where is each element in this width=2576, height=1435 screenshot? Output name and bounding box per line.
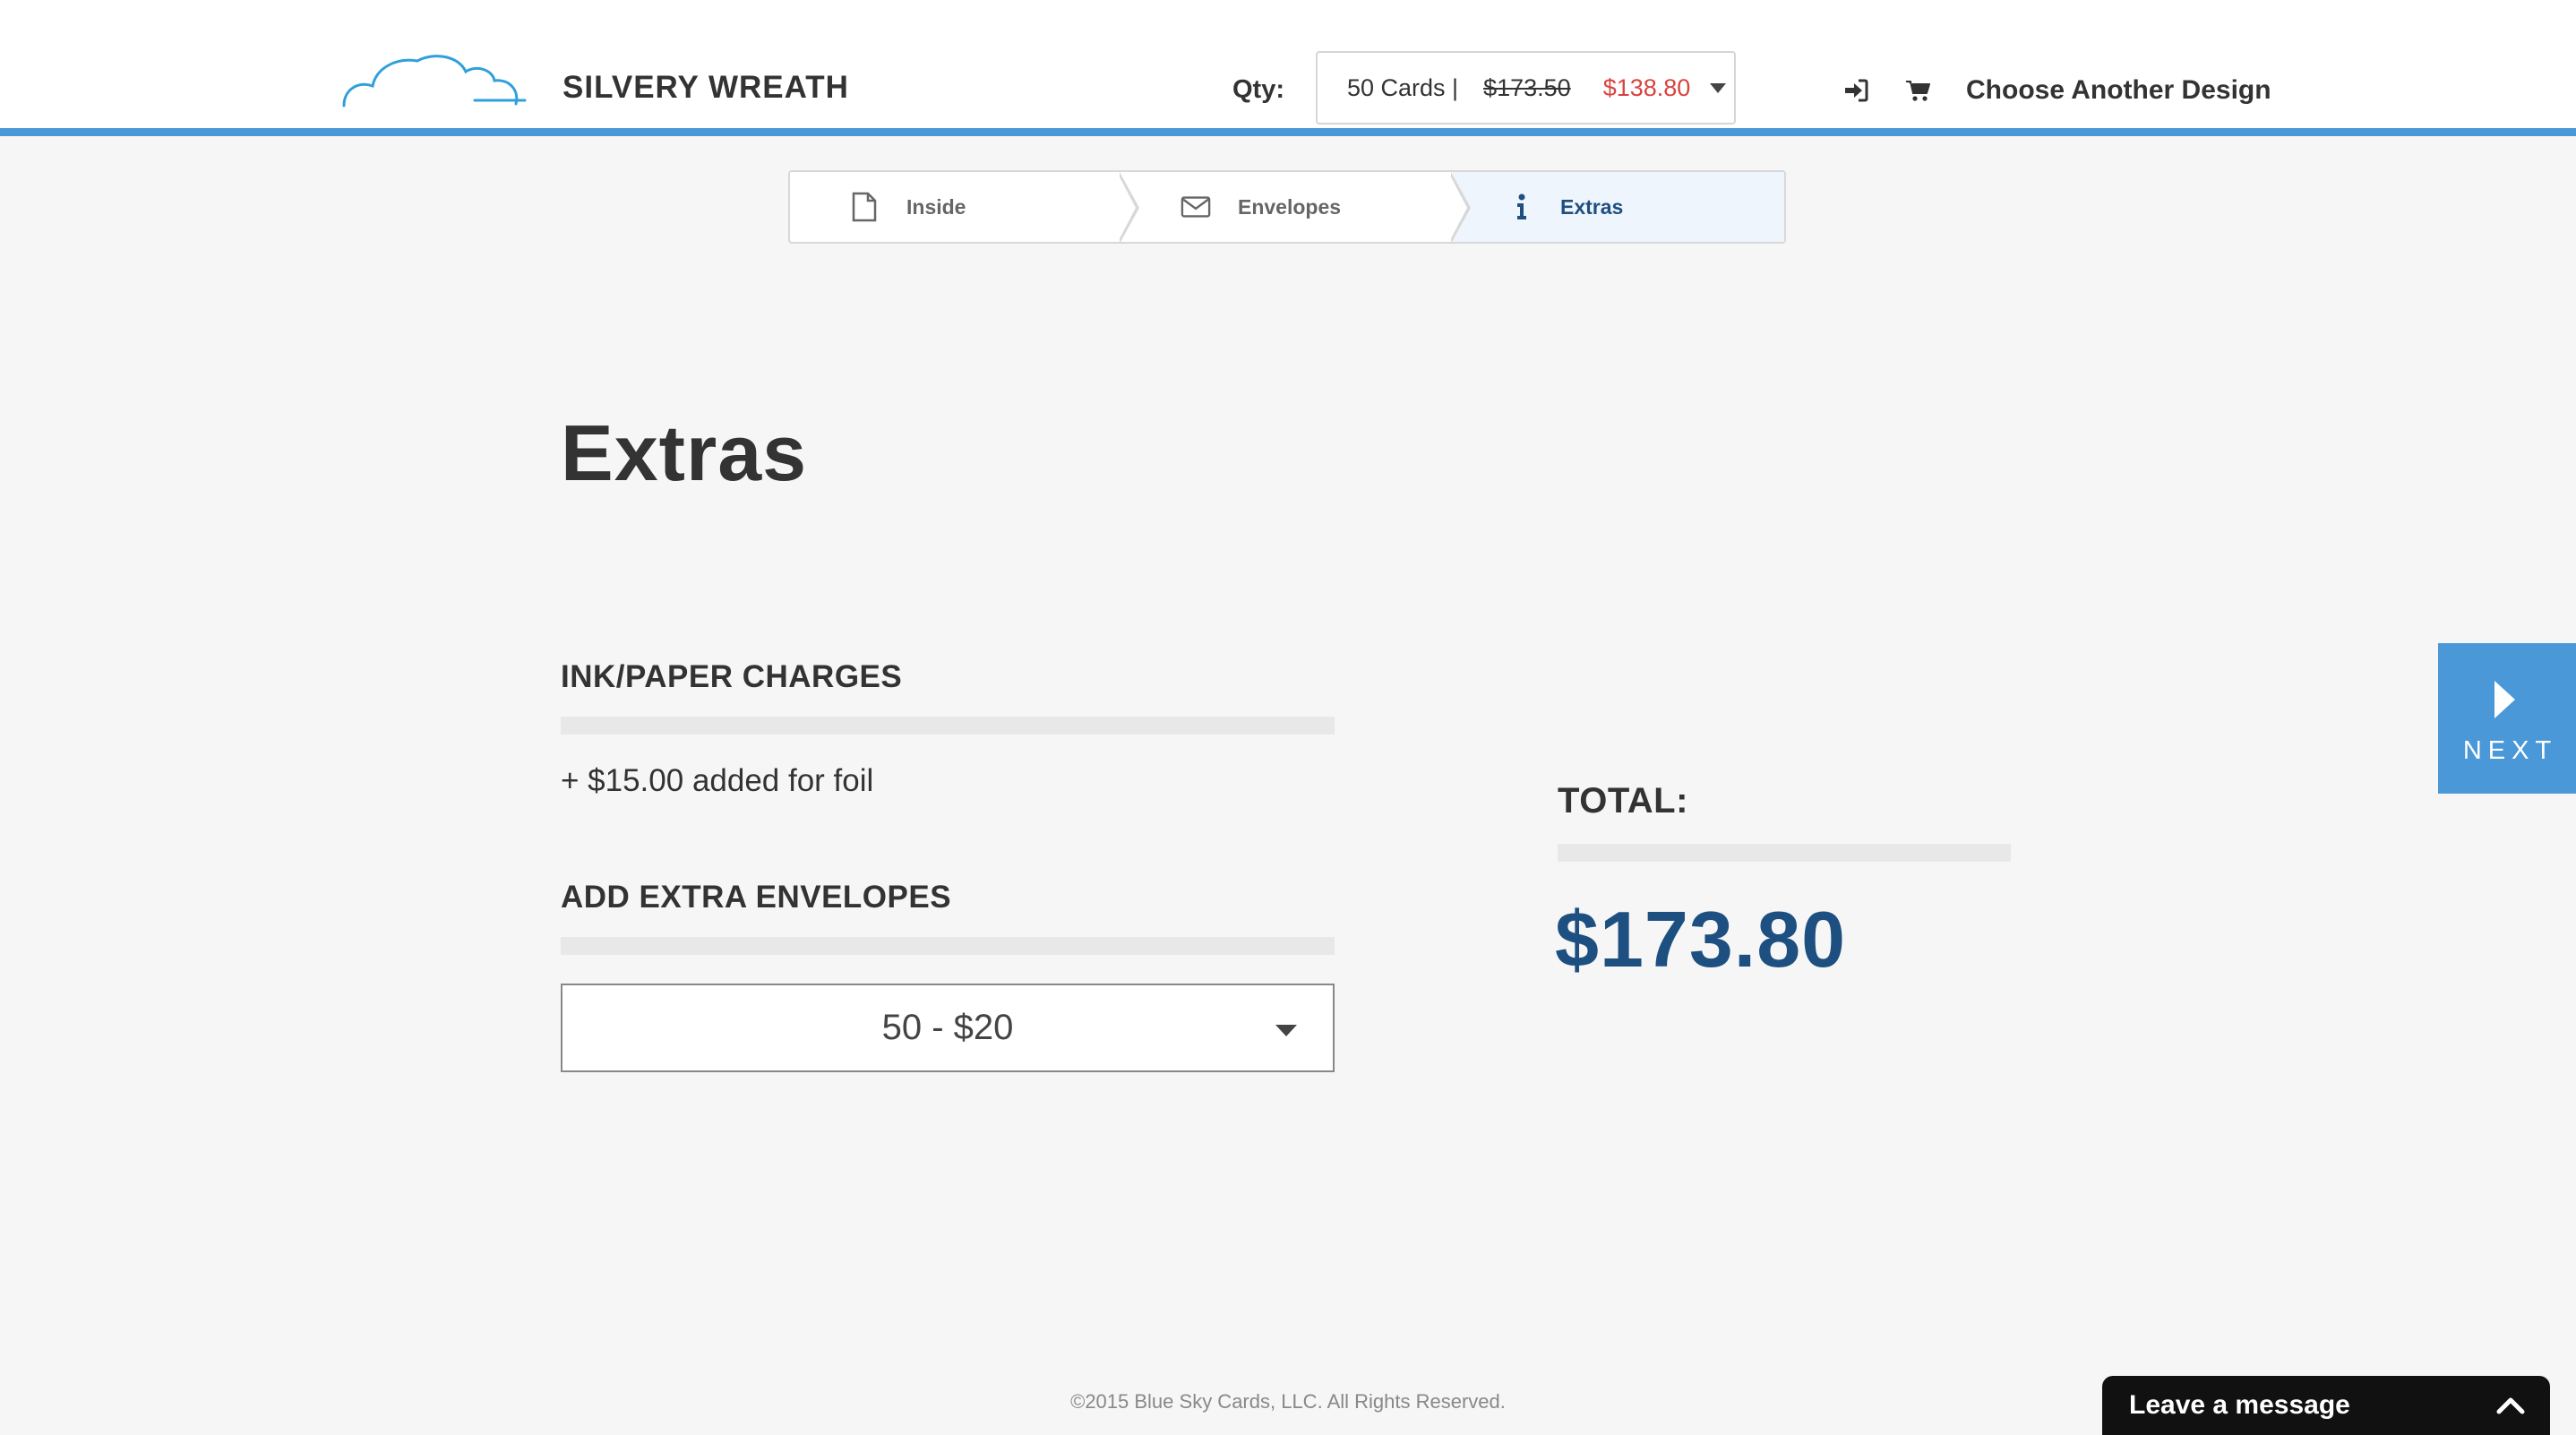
- play-arrow-icon: [2494, 681, 2515, 718]
- choose-another-design-link[interactable]: Choose Another Design: [1966, 75, 2271, 106]
- step-extras[interactable]: Extras: [1449, 172, 1784, 244]
- qty-label: Qty:: [1232, 75, 1284, 104]
- cart-icon[interactable]: [1905, 79, 1930, 102]
- qty-old-price: $173.50: [1483, 73, 1571, 101]
- total-value: $173.80: [1555, 895, 1847, 984]
- cloud-logo-icon[interactable]: [340, 48, 528, 111]
- step-envelopes[interactable]: Envelopes: [1118, 172, 1453, 244]
- foil-charge-text: + $15.00 added for foil: [561, 763, 874, 798]
- chevron-down-icon: [1275, 1025, 1297, 1036]
- qty-select[interactable]: 50 Cards | $173.50 $138.80: [1316, 51, 1736, 125]
- chevron-down-icon: [1710, 82, 1727, 93]
- document-icon: [849, 192, 880, 222]
- sign-in-icon[interactable]: [1843, 79, 1868, 102]
- next-label: NEXT: [2462, 736, 2558, 765]
- design-name: SILVERY WREATH: [562, 70, 849, 105]
- step-label: Envelopes: [1238, 194, 1342, 219]
- envelopes-selected-value: 50 - $20: [881, 1008, 1014, 1047]
- header: SILVERY WREATH Qty: 50 Cards | $173.50 $…: [0, 0, 2576, 136]
- leave-message-chat[interactable]: Leave a message: [2102, 1376, 2550, 1435]
- extra-envelopes-select[interactable]: 50 - $20: [561, 984, 1335, 1072]
- chat-label: Leave a message: [2129, 1390, 2350, 1420]
- step-label: Inside: [906, 194, 966, 219]
- divider: [561, 937, 1335, 955]
- extra-envelopes-heading: ADD EXTRA ENVELOPES: [561, 880, 952, 915]
- envelope-icon: [1181, 192, 1211, 222]
- step-inside[interactable]: Inside: [790, 172, 1121, 242]
- page-title: Extras: [561, 408, 808, 497]
- qty-new-price: $138.80: [1602, 73, 1691, 101]
- step-label: Extras: [1560, 194, 1624, 219]
- info-icon: [1507, 192, 1537, 222]
- total-label: TOTAL:: [1558, 781, 1688, 821]
- qty-cards: 50 Cards |: [1347, 73, 1459, 101]
- divider: [1558, 844, 2011, 862]
- step-navigation: Inside Envelopes Extras: [788, 170, 1786, 244]
- next-button[interactable]: NEXT: [2438, 643, 2576, 794]
- divider: [561, 717, 1335, 735]
- ink-paper-heading: INK/PAPER CHARGES: [561, 659, 903, 694]
- chevron-up-icon: [2496, 1397, 2525, 1414]
